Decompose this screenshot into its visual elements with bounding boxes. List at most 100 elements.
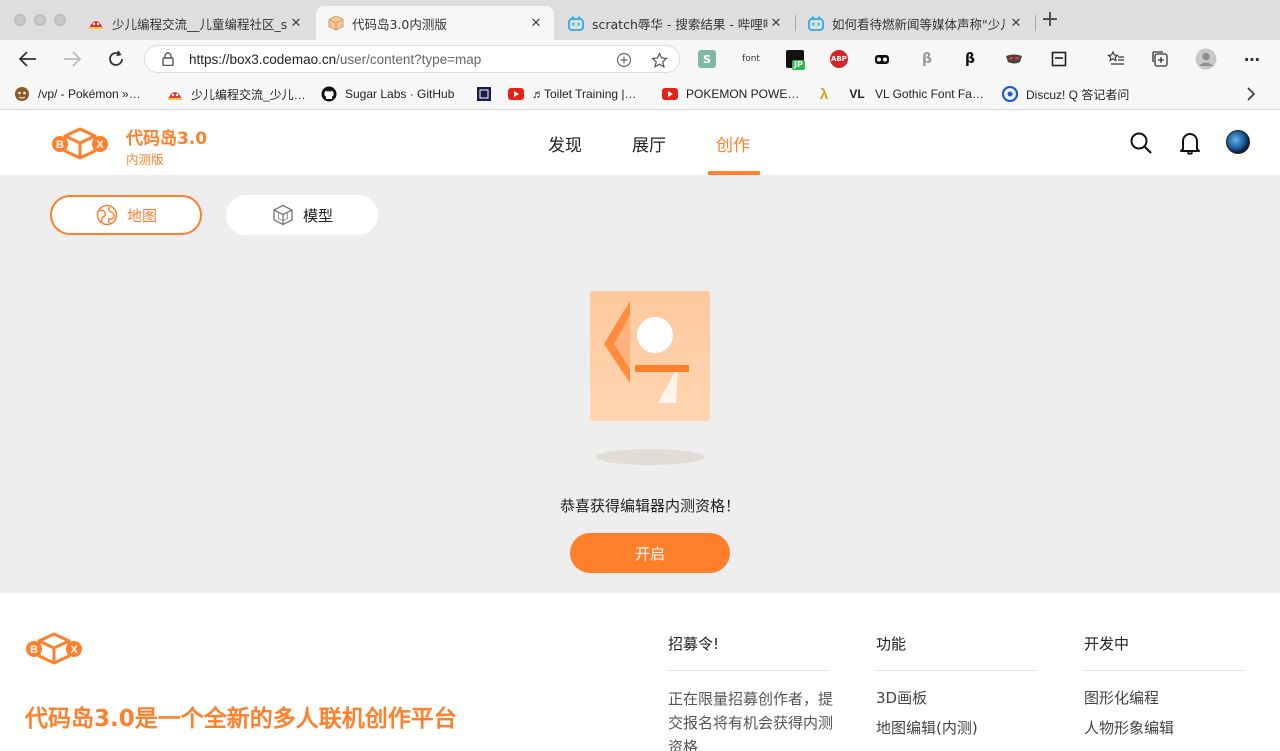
search-icon[interactable]: [1128, 130, 1154, 156]
extension-dictionary-icon[interactable]: JP: [786, 50, 805, 70]
vl-icon: VL: [849, 87, 865, 101]
bookmarks-overflow-chevron-icon[interactable]: [1246, 84, 1256, 104]
bookmark-item[interactable]: VL VL Gothic Font Fa…: [847, 84, 984, 104]
bookmark-item[interactable]: ♬Toilet Training |…: [508, 84, 637, 104]
bookmark-label: ♬Toilet Training |…: [532, 87, 637, 101]
logo-subtitle: 内测版: [126, 152, 164, 167]
close-tab-icon[interactable]: ✕: [768, 16, 784, 31]
box3-logo-icon[interactable]: B X: [51, 126, 109, 164]
bookmark-label: POKEMON POWE…: [686, 87, 800, 101]
profile-avatar-icon[interactable]: [1195, 48, 1217, 70]
footer-link[interactable]: 地图编辑(内测): [876, 717, 1036, 739]
browser-tab[interactable]: 如何看待燃新闻等媒体声称"少儿 ✕: [796, 6, 1034, 40]
new-tab-button[interactable]: +: [1039, 9, 1061, 31]
footer-column-title: 招募令!: [668, 633, 828, 671]
extension-s-icon[interactable]: S: [698, 50, 716, 68]
site-header: B X 代码岛3.0 内测版 发现 展厅 创作: [0, 110, 1280, 175]
bookmark-label: Sugar Labs · GitHub: [345, 87, 455, 101]
illustration-shadow: [596, 449, 704, 465]
bookmark-item[interactable]: λ: [816, 84, 840, 104]
tab-title: 少儿编程交流__儿童编程社区_sc: [112, 16, 288, 32]
svg-text:X: X: [96, 139, 104, 151]
extension-font-icon[interactable]: font: [741, 50, 761, 68]
bookmark-item[interactable]: /vp/ - Pokémon »…: [14, 84, 141, 104]
start-button[interactable]: 开启: [570, 533, 730, 573]
back-arrow-icon[interactable]: [16, 48, 40, 70]
collections-icon[interactable]: [1151, 50, 1169, 68]
footer-slogan: 代码岛3.0是一个全新的多人联机创作平台: [25, 706, 457, 732]
extension-mask-icon[interactable]: [1005, 50, 1023, 68]
footer-column-title: 功能: [876, 633, 1036, 671]
discuz-icon: [1002, 86, 1018, 102]
codemao-community-icon: [167, 86, 183, 102]
star-icon[interactable]: [650, 51, 668, 69]
close-tab-icon[interactable]: ✕: [1008, 16, 1024, 31]
tab-title: 如何看待燃新闻等媒体声称"少儿: [832, 16, 1008, 32]
extension-beta-icon[interactable]: β: [961, 50, 979, 68]
footer-column-recruit: 招募令! 正在限量招募创作者，提交报名将有机会获得内测资格: [668, 633, 833, 751]
adblock-icon[interactable]: ABP: [830, 50, 848, 68]
bookmark-label: /vp/ - Pokémon »…: [38, 87, 141, 101]
window-close-button[interactable]: [14, 14, 26, 26]
window-zoom-button[interactable]: [54, 14, 66, 26]
nav-gallery[interactable]: 展厅: [632, 131, 666, 156]
logo-title[interactable]: 代码岛3.0: [126, 124, 207, 149]
svg-text:X: X: [70, 644, 78, 656]
content-area: 地图 模型 恭喜获得编辑器内测资格！ 开启: [0, 175, 1280, 593]
lock-icon[interactable]: [159, 52, 177, 66]
nav-discover[interactable]: 发现: [548, 131, 582, 156]
svg-text:B: B: [56, 139, 64, 151]
browser-tab[interactable]: 少儿编程交流__儿童编程社区_sc ✕: [76, 6, 314, 40]
extension-badge-jp: JP: [792, 60, 805, 70]
youtube-icon: [508, 86, 524, 102]
bookmark-item[interactable]: [476, 84, 500, 104]
window-minimize-button[interactable]: [34, 14, 46, 26]
url-host: https://box3.codemao.cn: [189, 51, 337, 67]
nav-create[interactable]: 创作: [716, 131, 750, 156]
github-icon: [321, 86, 337, 102]
tab-map[interactable]: 地图: [50, 195, 202, 235]
bilibili-icon: [808, 15, 824, 31]
footer-column-features: 功能 3D画板 地图编辑(内测): [876, 633, 1036, 739]
bookmark-label: Discuz! Q 答记者问: [1026, 87, 1130, 102]
square-bookmark-icon: [476, 86, 492, 102]
reload-icon[interactable]: [104, 48, 128, 70]
footer-link[interactable]: 人物形象编辑: [1084, 717, 1244, 739]
footer-box3-logo-icon: B X: [25, 631, 83, 669]
footer-link[interactable]: 3D画板: [876, 687, 1036, 709]
bookmark-item[interactable]: POKEMON POWE…: [662, 84, 799, 104]
url-path: /user/content?type=map: [336, 51, 482, 67]
footer-link[interactable]: 图形化编程: [1084, 687, 1244, 709]
extension-glasses-icon[interactable]: [873, 50, 891, 68]
more-options-icon[interactable]: ⋯: [1243, 50, 1261, 69]
extension-frame-icon[interactable]: [1050, 50, 1068, 68]
browser-tab-strip: 少儿编程交流__儿童编程社区_sc ✕ 代码岛3.0内测版 ✕ scratch辱…: [0, 0, 1280, 40]
user-avatar[interactable]: [1226, 130, 1250, 154]
url-text: https://box3.codemao.cn/user/content?typ…: [189, 52, 481, 67]
bookmarks-bar: /vp/ - Pokémon »… 少儿编程交流_少儿… Sugar Labs …: [0, 78, 1280, 110]
codemao-community-icon: [88, 15, 104, 31]
browser-tab-active[interactable]: 代码岛3.0内测版 ✕: [316, 6, 554, 40]
forward-arrow-icon[interactable]: [60, 48, 84, 70]
lambda-icon: λ: [819, 85, 829, 103]
address-bar[interactable]: https://box3.codemao.cn/user/content?typ…: [144, 45, 680, 73]
bookmark-item[interactable]: Sugar Labs · GitHub: [321, 84, 454, 104]
close-tab-icon[interactable]: ✕: [288, 16, 304, 31]
bookmark-item[interactable]: Discuz! Q 答记者问: [1002, 84, 1129, 104]
empty-state-illustration: [590, 291, 710, 425]
favorites-list-icon[interactable]: [1107, 50, 1125, 68]
browser-tab[interactable]: scratch辱华 - 搜索结果 - 哔哩哔 ✕: [556, 6, 794, 40]
youtube-icon: [662, 86, 678, 102]
site-footer: B X 代码岛3.0是一个全新的多人联机创作平台 招募令! 正在限量招募创作者，…: [0, 593, 1280, 751]
add-favorite-plus-icon[interactable]: [615, 51, 633, 69]
bell-icon[interactable]: [1177, 130, 1203, 156]
cube-model-icon: [271, 203, 295, 227]
close-tab-icon[interactable]: ✕: [528, 16, 544, 31]
beta-qualification-message: 恭喜获得编辑器内测资格！: [559, 497, 740, 515]
tab-model[interactable]: 模型: [226, 195, 378, 235]
footer-column-title: 开发中: [1084, 633, 1244, 671]
tab-title: 代码岛3.0内测版: [352, 16, 447, 32]
bookmark-item[interactable]: 少儿编程交流_少儿…: [167, 84, 306, 104]
extension-beta-gray-icon[interactable]: β: [918, 50, 936, 68]
box3-icon: [328, 15, 344, 31]
